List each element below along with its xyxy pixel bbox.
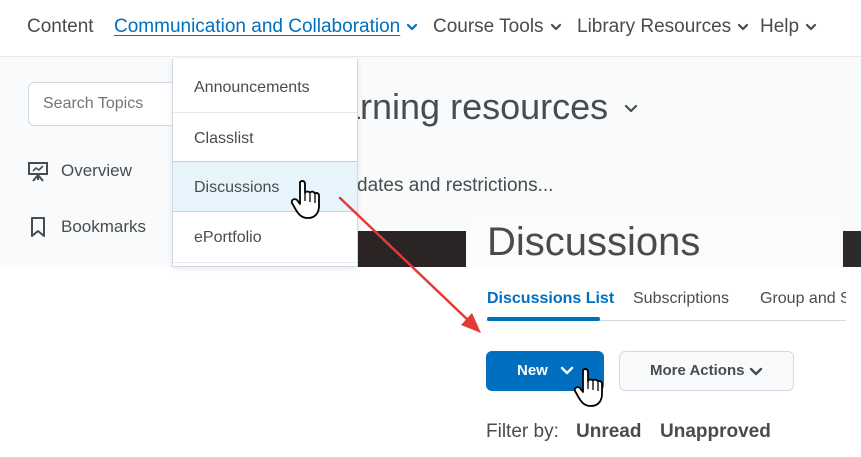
nav-library-resources[interactable]: Library Resources: [577, 16, 749, 38]
sidebar-item-label: Bookmarks: [61, 217, 147, 236]
nav-course-tools[interactable]: Course Tools: [433, 16, 562, 38]
filter-unread-link[interactable]: Unread: [576, 421, 641, 443]
chevron-down-icon[interactable]: [624, 104, 638, 114]
top-navigation-bar: Content Communication and Collaboration …: [0, 0, 861, 57]
menu-item-classlist[interactable]: Classlist: [173, 113, 357, 164]
banner-image: [355, 231, 467, 267]
sidebar-item-label: Overview: [61, 161, 132, 180]
chevron-down-icon: [805, 23, 817, 31]
chevron-down-icon: [560, 366, 574, 375]
menu-item-discussions[interactable]: Discussions: [173, 161, 357, 212]
menu-item-eportfolio[interactable]: ePortfolio: [173, 212, 357, 263]
page-subtitle-link[interactable]: dates and restrictions...: [357, 175, 553, 197]
new-button[interactable]: New: [486, 351, 604, 391]
tab-group-and-section[interactable]: Group and S: [760, 290, 846, 308]
tab-discussions-list[interactable]: Discussions List: [487, 290, 614, 308]
sidebar-item-overview[interactable]: Overview: [27, 160, 132, 182]
communication-dropdown-menu: Announcements Classlist Discussions ePor…: [172, 59, 358, 267]
more-actions-button[interactable]: More Actions: [619, 351, 794, 391]
bookmark-icon: [31, 217, 45, 237]
presentation-icon: [28, 162, 48, 182]
active-tab-indicator: [487, 317, 600, 321]
sidebar-item-bookmarks[interactable]: Bookmarks: [27, 216, 146, 238]
chevron-down-icon: [738, 23, 749, 31]
filter-unapproved-link[interactable]: Unapproved: [660, 421, 771, 443]
page-title: arning resources: [340, 86, 638, 128]
nav-content[interactable]: Content: [27, 16, 94, 38]
search-topics-input[interactable]: [28, 82, 188, 126]
nav-help[interactable]: Help: [760, 16, 817, 38]
chevron-down-icon: [407, 23, 418, 31]
chevron-down-icon: [749, 367, 763, 376]
filter-label: Filter by:: [486, 421, 559, 442]
discussions-title: Discussions: [487, 220, 701, 264]
nav-communication-and-collaboration[interactable]: Communication and Collaboration: [114, 16, 418, 38]
menu-item-announcements[interactable]: Announcements: [173, 62, 357, 113]
tab-subscriptions[interactable]: Subscriptions: [633, 290, 729, 308]
banner-image-edge: [843, 231, 861, 267]
chevron-down-icon: [550, 23, 561, 31]
